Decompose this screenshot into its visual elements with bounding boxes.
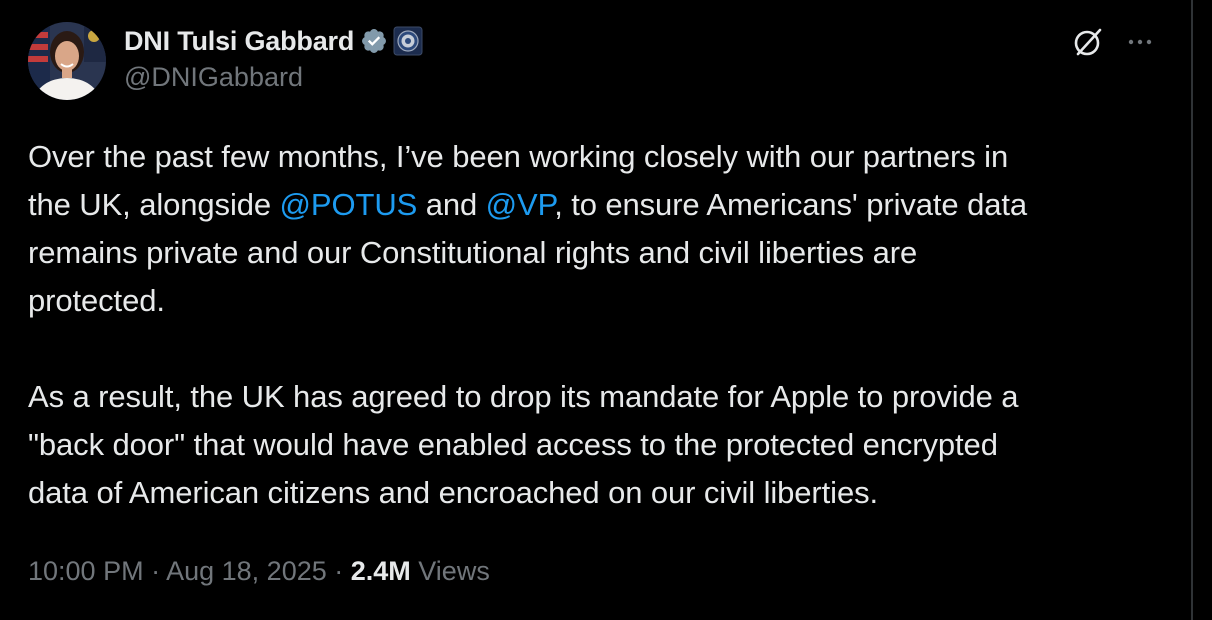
tweet-text-segment: the UK, alongside [28, 187, 280, 222]
tweet-line: data of American citizens and encroached… [28, 475, 879, 510]
tweet-meta: 10:00 PM · Aug 18, 2025 · 2.4M Views [28, 552, 490, 590]
tweet-line: As a result, the UK has agreed to drop i… [28, 379, 1019, 414]
tweet-line: Over the past few months, I’ve been work… [28, 139, 1009, 174]
author-handle[interactable]: @DNIGabbard [124, 62, 303, 93]
views-count[interactable]: 2.4M [351, 556, 411, 586]
views-label: Views [410, 556, 490, 586]
paragraph-break [28, 325, 1168, 373]
author-name-row: DNI Tulsi Gabbard [124, 22, 423, 60]
mention-potus-link[interactable]: @POTUS [280, 187, 418, 222]
more-options-icon[interactable] [1124, 26, 1156, 58]
meta-separator: · [143, 556, 167, 586]
tweet-line: "back door" that would have enabled acce… [28, 427, 998, 462]
tweet-time[interactable]: 10:00 PM [28, 556, 144, 586]
tweet-text-segment: and [417, 187, 486, 222]
author-display-name[interactable]: DNI Tulsi Gabbard [124, 26, 354, 57]
timeline-border [1191, 0, 1193, 620]
avatar[interactable] [28, 22, 106, 100]
tweet-line: the UK, alongside @POTUS and @VP, to ens… [28, 181, 1168, 229]
verified-badge-icon[interactable] [360, 27, 388, 55]
grok-icon[interactable] [1070, 24, 1106, 60]
tweet-text: Over the past few months, I’ve been work… [28, 133, 1168, 517]
tweet-text-segment: , to ensure Americans' private data [554, 187, 1028, 222]
tweet-line: protected. [28, 283, 165, 318]
affiliate-badge-icon[interactable] [393, 26, 423, 56]
tweet-date[interactable]: Aug 18, 2025 [166, 556, 327, 586]
mention-vp-link[interactable]: @VP [486, 187, 555, 222]
meta-separator: · [326, 556, 351, 586]
tweet-line: remains private and our Constitutional r… [28, 235, 918, 270]
